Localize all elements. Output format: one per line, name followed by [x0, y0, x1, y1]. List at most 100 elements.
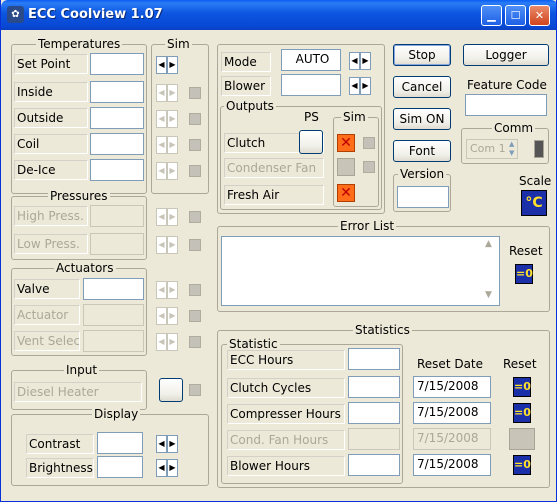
outside-sim-spinner[interactable]: ◀ ▶	[156, 110, 178, 128]
set-point-label: Set Point	[14, 54, 88, 74]
valve-sim-spinner[interactable]: ◀ ▶	[156, 281, 178, 299]
clutch-ps-button[interactable]	[299, 130, 323, 154]
right-arrow-icon[interactable]: ▶	[360, 77, 371, 95]
right-arrow-icon[interactable]: ▶	[167, 281, 178, 299]
font-button[interactable]: Font	[393, 140, 451, 162]
left-arrow-icon[interactable]: ◀	[156, 110, 167, 128]
condenser-fan-sim-checkbox[interactable]	[363, 161, 375, 173]
clutch-sim-checkbox[interactable]	[363, 137, 375, 149]
right-arrow-icon[interactable]: ▶	[167, 56, 178, 74]
valve-sim-checkbox[interactable]	[189, 284, 201, 296]
vent-select-sim-spinner[interactable]: ◀ ▶	[156, 333, 178, 351]
low-press-sim-spinner[interactable]: ◀ ▶	[156, 236, 178, 254]
left-arrow-icon[interactable]: ◀	[156, 136, 167, 154]
contrast-spinner[interactable]: ◀ ▶	[156, 435, 178, 453]
actuator-sim-checkbox[interactable]	[189, 310, 201, 322]
outside-sim-checkbox[interactable]	[189, 113, 201, 125]
high-press-sim-spinner[interactable]: ◀ ▶	[156, 208, 178, 226]
low-press-sim-checkbox[interactable]	[189, 239, 201, 251]
minimize-icon[interactable]: ▁	[481, 5, 502, 26]
set-point-field[interactable]	[90, 53, 144, 75]
blower-spinner[interactable]: ◀ ▶	[349, 77, 371, 95]
left-arrow-icon[interactable]: ◀	[156, 435, 167, 453]
left-arrow-icon[interactable]: ◀	[156, 281, 167, 299]
condenser-fan-sim-button[interactable]	[337, 158, 355, 176]
de-ice-field[interactable]	[90, 159, 144, 181]
left-arrow-icon[interactable]: ◀	[156, 307, 167, 325]
actuator-field[interactable]	[83, 304, 144, 326]
outside-field[interactable]	[90, 107, 144, 129]
right-arrow-icon[interactable]: ▶	[167, 307, 178, 325]
stop-button[interactable]: Stop	[393, 44, 451, 66]
left-arrow-icon[interactable]: ◀	[349, 52, 360, 70]
blower-field[interactable]	[281, 74, 341, 96]
de-ice-label: De-Ice	[14, 160, 88, 180]
de-ice-sim-checkbox[interactable]	[189, 165, 201, 177]
contrast-field[interactable]	[97, 432, 143, 454]
feature-code-field[interactable]	[465, 94, 547, 116]
input-title: Input	[64, 363, 100, 377]
error-reset-button[interactable]: =0	[515, 264, 533, 284]
clutch-sim-x-icon[interactable]: ✕	[337, 134, 355, 152]
right-arrow-icon[interactable]: ▶	[167, 162, 178, 180]
valve-field[interactable]	[83, 278, 144, 300]
left-arrow-icon[interactable]: ◀	[156, 236, 167, 254]
inside-field[interactable]	[90, 81, 144, 103]
cond-fan-hours-reset-button[interactable]	[509, 428, 535, 450]
mode-field[interactable]: AUTO	[281, 49, 341, 71]
right-arrow-icon[interactable]: ▶	[167, 136, 178, 154]
right-arrow-icon[interactable]: ▶	[167, 84, 178, 102]
scroll-up-icon[interactable]: ▲	[485, 239, 492, 249]
diesel-heater-sim-button[interactable]	[159, 378, 183, 402]
high-press-sim-checkbox[interactable]	[189, 211, 201, 223]
mode-spinner[interactable]: ◀ ▶	[349, 52, 371, 70]
right-arrow-icon[interactable]: ▶	[167, 110, 178, 128]
left-arrow-icon[interactable]: ◀	[156, 162, 167, 180]
fresh-air-label: Fresh Air	[224, 185, 324, 205]
right-arrow-icon[interactable]: ▶	[167, 435, 178, 453]
comm-up-down-icon[interactable]: ▲ ▼	[509, 140, 514, 158]
vent-select-sim-checkbox[interactable]	[189, 336, 201, 348]
cancel-button[interactable]: Cancel	[393, 76, 451, 98]
fresh-air-sim-x-icon[interactable]: ✕	[337, 184, 355, 202]
right-arrow-icon[interactable]: ▶	[167, 208, 178, 226]
left-arrow-icon[interactable]: ◀	[156, 459, 167, 477]
close-icon[interactable]: ✕	[529, 5, 550, 26]
compresser-hours-reset-button[interactable]: =0	[513, 403, 531, 423]
low-press-field[interactable]	[90, 233, 144, 255]
diesel-heater-sim-checkbox[interactable]	[189, 384, 201, 396]
coil-sim-checkbox[interactable]	[189, 139, 201, 151]
title-bar[interactable]: ✿ ECC Coolview 1.07 ▁ ☐ ✕	[1, 0, 556, 30]
de-ice-sim-spinner[interactable]: ◀ ▶	[156, 162, 178, 180]
right-arrow-icon[interactable]: ▶	[167, 236, 178, 254]
vent-select-field[interactable]	[83, 330, 144, 352]
blower-hours-reset-button[interactable]: =0	[513, 455, 531, 475]
right-arrow-icon[interactable]: ▶	[360, 52, 371, 70]
inside-sim-checkbox[interactable]	[189, 87, 201, 99]
set-point-sim-spinner[interactable]: ◀ ▶	[156, 56, 178, 74]
error-list-box[interactable]	[221, 236, 500, 306]
clutch-cycles-reset-button[interactable]: =0	[513, 377, 531, 397]
left-arrow-icon[interactable]: ◀	[156, 333, 167, 351]
sim-on-button[interactable]: Sim ON	[393, 108, 451, 130]
brightness-label: Brightness	[26, 458, 94, 478]
actuator-sim-spinner[interactable]: ◀ ▶	[156, 307, 178, 325]
left-arrow-icon[interactable]: ◀	[156, 84, 167, 102]
coil-field[interactable]	[90, 133, 144, 155]
scale-toggle-button[interactable]: °C	[521, 190, 547, 216]
right-arrow-icon[interactable]: ▶	[167, 333, 178, 351]
maximize-icon[interactable]: ☐	[505, 5, 526, 26]
high-press-field[interactable]	[90, 205, 144, 227]
coil-sim-spinner[interactable]: ◀ ▶	[156, 136, 178, 154]
scroll-down-icon[interactable]: ▼	[485, 290, 492, 300]
brightness-spinner[interactable]: ◀ ▶	[156, 459, 178, 477]
outside-label: Outside	[14, 108, 88, 128]
left-arrow-icon[interactable]: ◀	[156, 56, 167, 74]
logger-button[interactable]: Logger	[463, 44, 549, 66]
left-arrow-icon[interactable]: ◀	[349, 77, 360, 95]
inside-sim-spinner[interactable]: ◀ ▶	[156, 84, 178, 102]
brightness-field[interactable]	[97, 456, 143, 478]
low-press-label: Low Press.	[14, 234, 88, 254]
right-arrow-icon[interactable]: ▶	[167, 459, 178, 477]
left-arrow-icon[interactable]: ◀	[156, 208, 167, 226]
